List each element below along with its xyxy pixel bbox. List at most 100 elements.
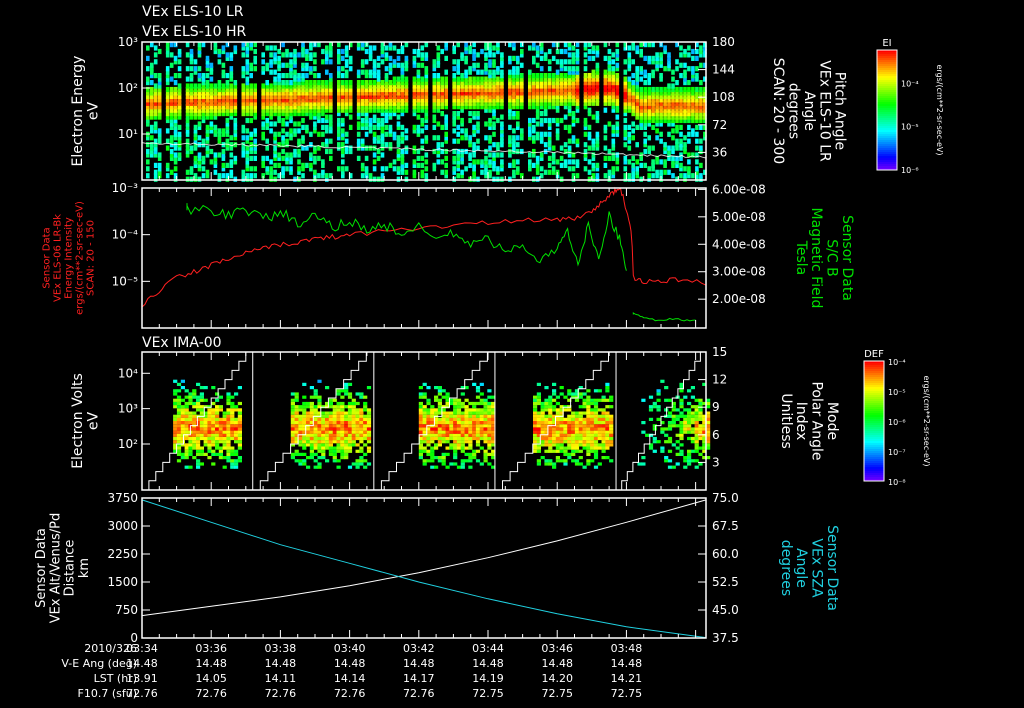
spectrogram-cell <box>347 392 353 396</box>
spectrogram-cell <box>445 427 450 431</box>
spectrogram-cell <box>601 398 606 402</box>
spectrogram-cell <box>418 421 423 425</box>
y-axis-label-line: Energy Intensity <box>64 217 75 299</box>
spectrogram-cell <box>479 436 484 441</box>
spectrogram-cell <box>449 443 454 447</box>
spectrogram-cell <box>559 436 564 441</box>
spectrogram-cell <box>449 446 454 450</box>
spectrogram-cell <box>188 436 193 441</box>
spectrogram-cell <box>555 446 560 450</box>
spectrogram-cell <box>460 465 465 469</box>
spectrogram-cell <box>590 401 595 406</box>
spectrogram-cell <box>317 443 322 447</box>
spectrogram-cell <box>294 398 299 402</box>
spectrogram-cell <box>574 427 580 431</box>
spectrogram-cell <box>388 162 393 168</box>
spectrogram-cell <box>422 421 427 425</box>
spectrogram-cell <box>400 131 405 137</box>
spectrogram-cell <box>192 433 197 437</box>
spectrogram-cell <box>233 45 238 51</box>
spectrogram-cell <box>289 80 293 86</box>
spectrogram-cell <box>603 162 608 168</box>
spectrogram-cell <box>418 452 423 456</box>
spectrogram-cell <box>356 155 361 161</box>
spectrogram-cell <box>555 417 560 421</box>
spectrogram-cell <box>475 386 481 390</box>
spectrogram-cell <box>321 443 326 447</box>
y-tick-label: 10¹ <box>118 127 138 141</box>
spectrogram-cell <box>146 159 150 165</box>
spectrogram-cell <box>547 117 552 124</box>
spectrogram-cell <box>309 449 314 453</box>
spectrogram-cell <box>590 427 595 431</box>
spectrogram-cell <box>544 417 549 421</box>
spectrogram-cell <box>656 408 661 412</box>
spectrogram-cell <box>687 45 691 51</box>
spectrogram-cell <box>623 69 628 75</box>
spectrogram-cell <box>309 52 313 58</box>
spectrogram-cell <box>356 131 361 137</box>
spectrogram-cell <box>552 389 557 393</box>
spectrogram-cell <box>453 430 458 434</box>
spectrogram-cell <box>226 395 231 399</box>
spectrogram-cell <box>237 414 242 418</box>
spectrogram-cell <box>298 405 303 409</box>
spectrogram-cell <box>215 452 220 456</box>
y2-tick-label: 6 <box>712 428 720 442</box>
spectrogram-cell <box>207 408 212 412</box>
spectrogram-cell <box>611 66 616 72</box>
spectrogram-cell <box>516 159 520 165</box>
spectrogram-cell <box>484 52 488 58</box>
spectrogram-cell <box>344 80 349 86</box>
spectrogram-cell <box>659 86 663 93</box>
spectrogram-cell <box>185 76 190 82</box>
spectrogram-cell <box>336 424 341 428</box>
spectrogram-cell <box>605 382 610 386</box>
spectrogram-cell <box>344 417 349 421</box>
spectrogram-cell <box>298 436 303 441</box>
spectrogram-cell <box>336 405 341 409</box>
spectrogram-cell <box>341 80 345 86</box>
spectrogram-cell <box>328 398 333 402</box>
spectrogram-cell <box>392 131 397 137</box>
spectrogram-cell <box>201 173 206 179</box>
spectrogram-cell <box>563 449 568 453</box>
spectrogram-cell <box>188 398 193 402</box>
spectrogram-cell <box>539 152 544 158</box>
y-axis-label-line: eV <box>86 411 102 430</box>
spectrogram-cell <box>426 443 431 447</box>
spectrogram-cell <box>456 424 462 428</box>
spectrogram-cell <box>329 73 333 79</box>
spectrogram-cell <box>563 424 568 428</box>
spectrogram-cell <box>639 176 643 182</box>
spectrogram-cell <box>313 59 317 65</box>
spectrogram-cell <box>290 436 295 441</box>
spectrogram-cell <box>487 427 492 431</box>
spectrogram-cell <box>468 162 472 168</box>
spectrogram-cell <box>544 405 549 409</box>
spectrogram-cell <box>679 405 684 409</box>
spectrogram-cell <box>180 436 185 441</box>
spectrogram-cell <box>325 421 330 425</box>
spectrogram-cell <box>449 433 454 437</box>
spectrogram-cell <box>590 443 595 447</box>
spectrogram-cell <box>460 430 465 434</box>
spectrogram-cell <box>281 166 285 172</box>
spectrogram-cell <box>643 80 647 86</box>
spectrogram-cell <box>344 443 349 447</box>
spectrogram-cell <box>293 176 297 182</box>
spectrogram-cell <box>593 430 599 434</box>
spectrogram-cell <box>404 76 409 82</box>
spectrogram-cell <box>671 76 675 82</box>
spectrogram-cell <box>516 142 520 148</box>
y2-tick-label: 3.00e-08 <box>712 265 766 279</box>
spectrogram-cell <box>176 459 182 463</box>
spectrogram-cell <box>344 424 349 428</box>
spectrogram-cell <box>321 414 326 418</box>
spectrogram-cell <box>211 401 216 406</box>
spectrogram-cell <box>667 411 673 415</box>
spectrogram-cell <box>157 128 162 134</box>
spectrogram-cell <box>605 433 610 437</box>
spectrogram-cell <box>157 152 162 158</box>
spectrogram-cell <box>593 465 599 469</box>
